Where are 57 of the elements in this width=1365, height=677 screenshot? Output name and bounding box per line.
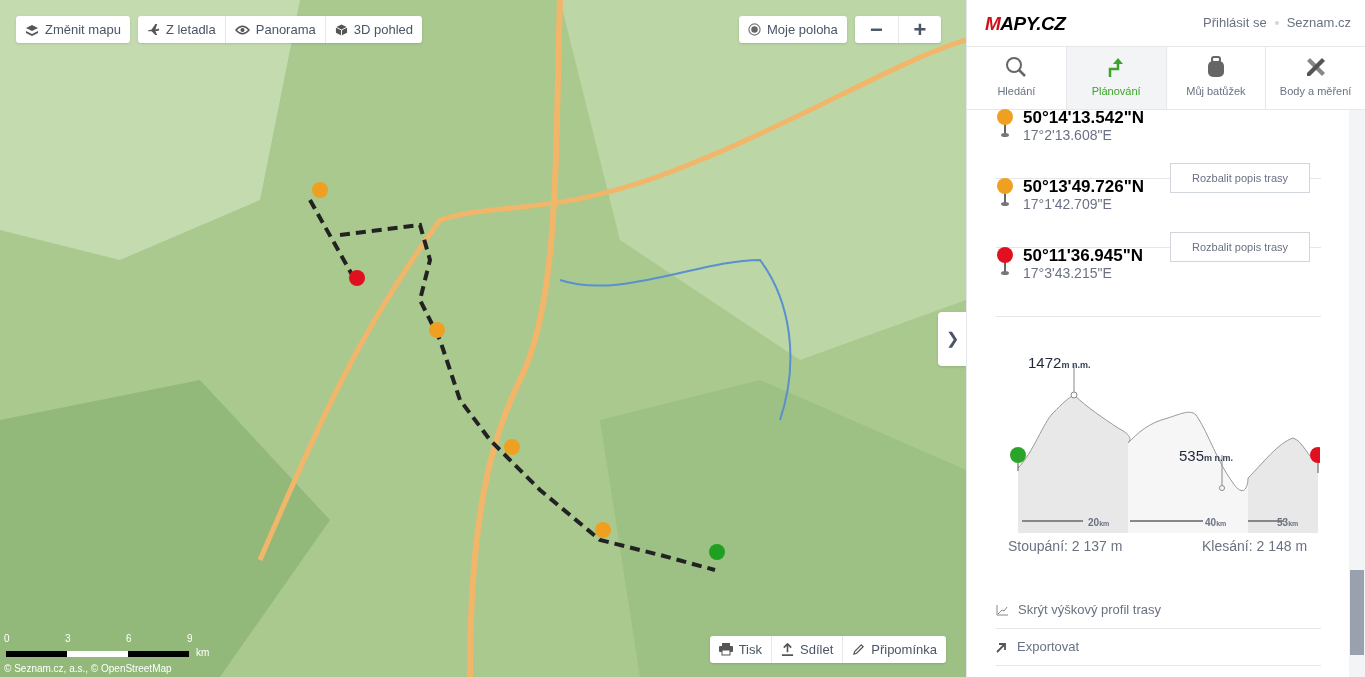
scale-unit: km	[196, 648, 210, 658]
scrollbar[interactable]	[1349, 110, 1365, 677]
view-mode-button[interactable]: Z letadla	[137, 16, 225, 43]
eye-icon	[234, 24, 250, 35]
airplane-icon	[146, 23, 160, 36]
location-icon	[748, 23, 761, 36]
distance-value: 20	[1088, 516, 1100, 530]
header-link[interactable]: Seznam.cz	[1286, 13, 1351, 33]
latitude-text: 50°11'36.945"N	[1023, 247, 1144, 264]
header-link[interactable]: Přihlásit se	[1203, 13, 1267, 33]
cube-icon	[334, 22, 348, 37]
panel-tab[interactable]: Můj batůžek	[1165, 47, 1266, 109]
distance-value: 40	[1205, 516, 1217, 530]
distance-value: 53	[1277, 516, 1289, 530]
mapy-logo[interactable]: MAPY.CZ	[985, 13, 1066, 33]
longitude-text: 17°2'13.608"E	[1023, 128, 1113, 142]
scale-label: 3	[65, 634, 71, 644]
panel-link[interactable]: Exportovat	[996, 629, 1321, 666]
view-mode-button[interactable]: Panorama	[224, 16, 325, 43]
upload-icon	[781, 643, 794, 656]
latitude-text: 50°13'49.726"N	[1023, 178, 1144, 195]
ascent-text: Stoupání: 2 137 m	[1008, 537, 1123, 556]
map-action-button[interactable]: Připomínka	[842, 636, 946, 663]
expand-route-button[interactable]: Rozbalit popis trasy	[1170, 163, 1311, 193]
scale-label: 6	[126, 634, 132, 644]
elevation-value: 535	[1179, 446, 1205, 466]
panel-link[interactable]: Skrýt výškový profil trasy	[996, 592, 1321, 629]
backpack-icon	[1205, 56, 1226, 79]
printer-icon	[718, 643, 733, 656]
my-location-button[interactable]: Moje poloha	[739, 16, 847, 43]
change-map-button[interactable]: Změnit mapu	[16, 16, 130, 43]
elevation-unit: m n.m.	[1061, 360, 1091, 372]
longitude-text: 17°3'43.215"E	[1023, 266, 1113, 280]
route-arrow-icon	[1107, 56, 1126, 79]
map-action-button[interactable]: Tisk	[709, 636, 771, 663]
panel-tab[interactable]: Body a měření	[1265, 47, 1365, 109]
arrow-icon	[996, 641, 1007, 653]
scale-label: 0	[4, 634, 10, 644]
expand-route-button[interactable]: Rozbalit popis trasy	[1170, 232, 1311, 262]
elevation-unit: m n.m.	[1204, 453, 1234, 465]
pencil-icon	[852, 643, 866, 656]
elevation-value: 1472	[1028, 353, 1062, 373]
latitude-text: 50°14'13.542"N	[1023, 109, 1144, 126]
collapse-panel-button[interactable]: ❯	[938, 312, 966, 366]
longitude-text: 17°1'42.709"E	[1023, 197, 1113, 211]
descent-text: Klesání: 2 148 m	[1202, 537, 1308, 556]
map-action-button[interactable]: Sdílet	[771, 636, 843, 663]
map-attribution: © Seznam.cz, a.s., © OpenStreetMap	[4, 664, 172, 674]
zoom-in-button[interactable]: +	[897, 16, 941, 43]
zoom-out-button[interactable]: −	[854, 16, 898, 43]
view-mode-button[interactable]: 3D pohled	[324, 16, 422, 43]
search-icon	[1005, 56, 1028, 79]
panel-tab[interactable]: Hledání	[967, 47, 1066, 109]
chart-line-icon	[996, 604, 1008, 616]
layers-icon	[25, 23, 39, 36]
scale-label: 9	[187, 634, 193, 644]
ruler-pencil-icon	[1304, 56, 1327, 79]
